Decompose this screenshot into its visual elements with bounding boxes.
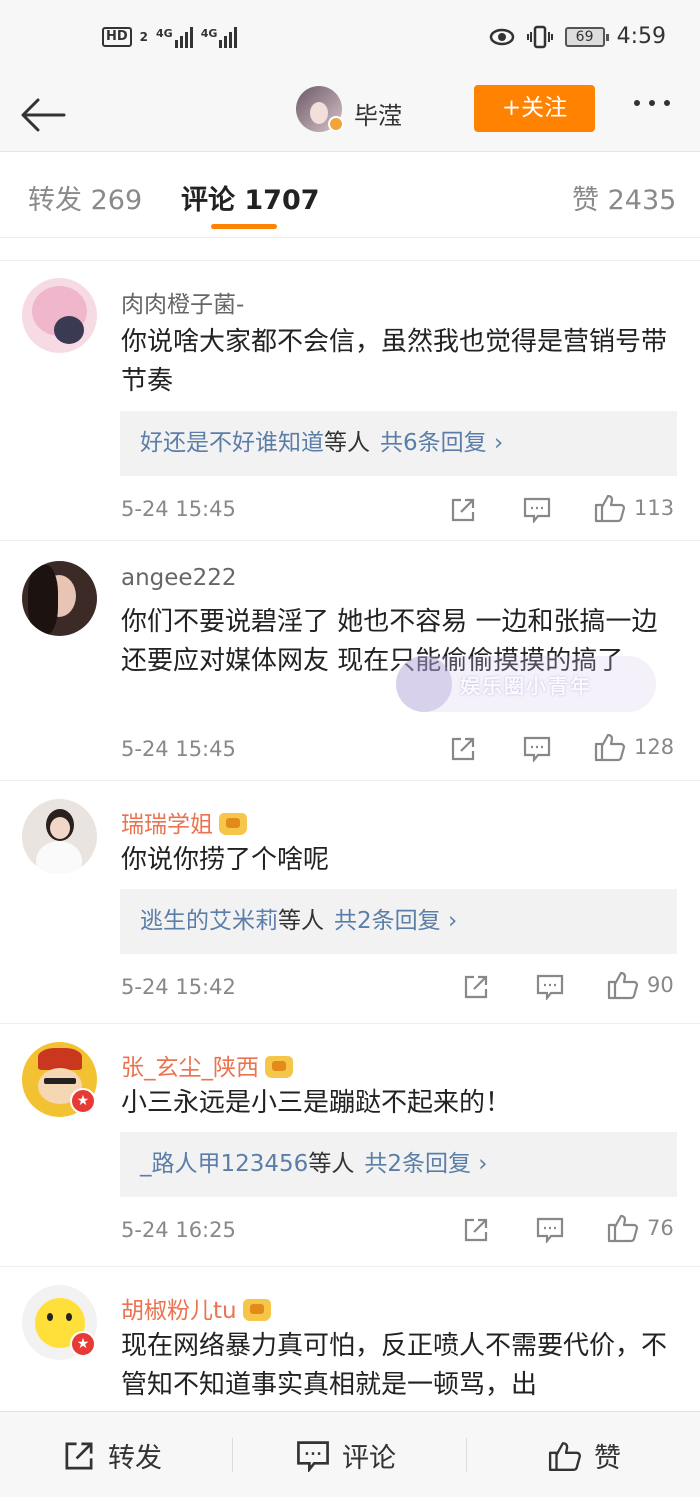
watermark-logo-icon: [396, 656, 452, 712]
author-name[interactable]: 毕滢: [354, 96, 402, 131]
comment-icon[interactable]: [523, 497, 551, 523]
reply-user: _路人甲123456: [140, 1151, 309, 1177]
bottom-action-bar: 转发 评论 赞: [0, 1411, 700, 1497]
member-badge-icon: ★: [70, 1331, 96, 1357]
active-tab-indicator: [211, 224, 277, 229]
user-avatar[interactable]: [22, 799, 97, 874]
share-icon[interactable]: [462, 1216, 490, 1244]
status-left: HD 2 4G 4G: [102, 26, 238, 48]
back-arrow-icon[interactable]: [18, 90, 68, 140]
comment-username[interactable]: 张_玄尘_陕西: [121, 1048, 293, 1082]
comment-label: 评论: [342, 1443, 396, 1474]
like-button[interactable]: 赞: [548, 1436, 621, 1475]
reply-count: 共2条回复 ›: [334, 908, 458, 934]
thumbs-up-icon: [548, 1441, 582, 1471]
status-bar: HD 2 4G 4G 69 4:59: [0, 0, 700, 80]
comment-time: 5-24 16:25: [121, 1218, 236, 1242]
signal-icon-1: 4G: [156, 26, 193, 48]
username-text: 胡椒粉儿tu: [121, 1298, 237, 1324]
user-avatar[interactable]: [22, 278, 97, 353]
signal-icon-2: 4G: [201, 26, 238, 48]
repost-button[interactable]: 转发: [62, 1436, 162, 1475]
repost-label: 转发: [108, 1443, 162, 1474]
share-icon[interactable]: [462, 973, 490, 1001]
comment-item: 瑞瑞学姐 你说你捞了个啥呢 逃生的艾米莉等人 共2条回复 › 5-24 15:42…: [0, 780, 700, 1023]
tab-likes[interactable]: 赞 2435: [572, 178, 676, 217]
status-right: 69 4:59: [489, 24, 666, 49]
share-icon[interactable]: [449, 496, 477, 524]
thumbs-up-icon: [607, 1214, 639, 1243]
tab-comments[interactable]: 评论 1707: [181, 178, 320, 217]
divider: [232, 1438, 233, 1472]
watermark-text: 娱乐圈小青年: [460, 674, 592, 698]
comment-text: 小三永远是小三是蹦跶不起来的！: [121, 1088, 512, 1118]
vip-crown-icon: [219, 813, 247, 835]
comment-time: 5-24 15:45: [121, 497, 236, 521]
reply-suffix: 等人: [278, 908, 324, 934]
comment-username[interactable]: 瑞瑞学姐: [121, 805, 247, 839]
reply-suffix: 等人: [308, 1151, 355, 1177]
comment-button[interactable]: 评论: [296, 1436, 396, 1475]
comment-icon[interactable]: [536, 974, 564, 1000]
reply-suffix: 等人: [324, 430, 370, 456]
like-label: 赞: [594, 1443, 621, 1474]
eye-icon: [489, 28, 514, 45]
like-count: 76: [647, 1216, 674, 1240]
thumbs-up-icon: [607, 971, 639, 1000]
comment-username[interactable]: angee222: [121, 565, 236, 591]
thumbs-up-icon: [594, 733, 626, 762]
comment-icon[interactable]: [536, 1217, 564, 1243]
comment-time: 5-24 15:45: [121, 737, 236, 761]
share-icon[interactable]: [449, 735, 477, 763]
reply-count: 共6条回复 ›: [380, 430, 504, 456]
comment-text: 你说你捞了个啥呢: [121, 845, 330, 875]
comment-text: 你说啥大家都不会信，虽然我也觉得是营销号带节奏: [121, 327, 668, 396]
top-nav: 毕滢 +关注: [0, 80, 700, 152]
reply-preview[interactable]: 好还是不好谁知道等人 共6条回复 ›: [120, 411, 677, 476]
verified-badge-icon: [328, 116, 344, 132]
like-count: 113: [634, 496, 675, 520]
like-control[interactable]: 76: [607, 1213, 674, 1243]
like-control[interactable]: 90: [607, 970, 674, 1000]
tab-repost[interactable]: 转发 269: [28, 178, 142, 217]
comment-icon: [297, 1440, 329, 1472]
like-control[interactable]: 113: [594, 493, 674, 523]
thumbs-up-icon: [594, 494, 626, 523]
signal-label-2: 4G: [200, 27, 218, 40]
member-badge-icon: ★: [70, 1088, 96, 1114]
reply-user: 逃生的艾米莉: [140, 908, 278, 934]
comment-icon[interactable]: [523, 736, 551, 762]
battery-icon: 69: [564, 26, 609, 47]
comment-username[interactable]: 肉肉橙子菌-: [121, 285, 244, 319]
vibrate-icon: [526, 25, 553, 48]
username-text: 瑞瑞学姐: [121, 812, 213, 838]
comment-item: 肉肉橙子菌- 你说啥大家都不会信，虽然我也觉得是营销号带节奏 好还是不好谁知道等…: [0, 260, 700, 540]
signal-label-1: 4G: [156, 27, 173, 40]
clock: 4:59: [616, 24, 666, 49]
like-count: 90: [647, 973, 674, 997]
comment-item: ★ 张_玄尘_陕西 小三永远是小三是蹦跶不起来的！ _路人甲123456等人 共2…: [0, 1023, 700, 1266]
repost-icon: [65, 1442, 93, 1469]
vip-crown-icon: [265, 1056, 293, 1078]
user-avatar[interactable]: [22, 561, 97, 636]
hd-indicator: HD: [102, 27, 132, 47]
vip-crown-icon: [242, 1299, 271, 1321]
more-options-icon[interactable]: [634, 100, 670, 106]
reply-count: 共2条回复 ›: [364, 1151, 488, 1177]
comment-time: 5-24 15:42: [121, 975, 236, 999]
follow-button[interactable]: +关注: [474, 85, 595, 132]
like-control[interactable]: 128: [594, 732, 674, 762]
comment-username[interactable]: 胡椒粉儿tu: [121, 1291, 271, 1325]
reply-preview[interactable]: 逃生的艾米莉等人 共2条回复 ›: [120, 889, 677, 954]
divider: [466, 1438, 467, 1472]
hd-sub: 2: [139, 30, 149, 44]
like-count: 128: [634, 735, 675, 759]
reply-preview[interactable]: _路人甲123456等人 共2条回复 ›: [120, 1132, 677, 1197]
tab-bar: 转发 269 评论 1707 赞 2435: [0, 152, 700, 238]
comment-text: 现在网络暴力真可怕，反正喷人不需要代价，不管知不知道事实真相就是一顿骂，出: [121, 1331, 668, 1400]
reply-user: 好还是不好谁知道: [140, 430, 324, 456]
watermark: 娱乐圈小青年: [396, 656, 656, 712]
username-text: 张_玄尘_陕西: [121, 1055, 259, 1081]
comment-item: ★ 胡椒粉儿tu 现在网络暴力真可怕，反正喷人不需要代价，不管知不知道事实真相就…: [0, 1266, 700, 1411]
